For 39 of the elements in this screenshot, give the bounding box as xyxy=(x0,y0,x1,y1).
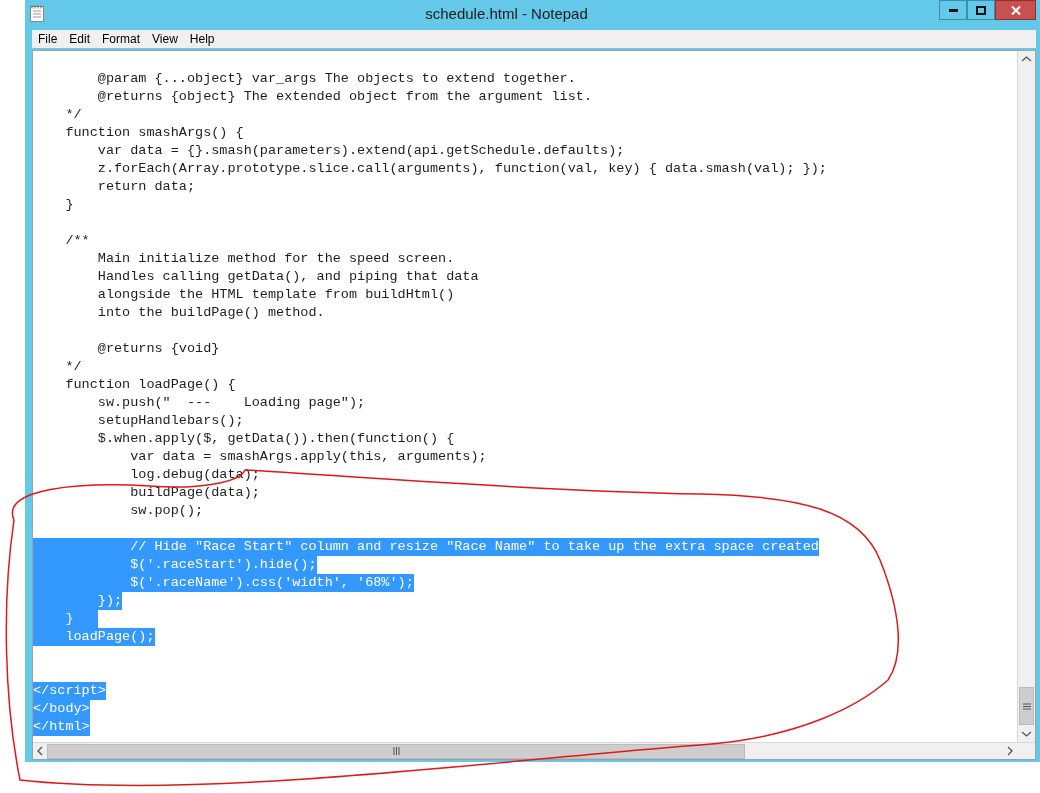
minimize-button[interactable] xyxy=(939,0,967,20)
close-icon xyxy=(1010,5,1021,15)
code-line: function smashArgs() { xyxy=(64,124,244,142)
notepad-icon xyxy=(30,5,44,22)
code-line: buildPage(data); xyxy=(129,484,260,502)
maximize-button[interactable] xyxy=(967,0,995,20)
maximize-icon xyxy=(976,5,986,15)
vertical-scrollbar[interactable] xyxy=(1017,51,1035,742)
menu-item[interactable]: File xyxy=(32,30,64,48)
code-line: z.forEach(Array.prototype.slice.call(arguments), function(val, key) { data.smash(val); }); xyxy=(96,160,827,178)
menu-item[interactable]: Help xyxy=(183,30,221,48)
scrollbar-corner xyxy=(1017,743,1035,759)
code-line: return data; xyxy=(96,178,196,196)
grip-icon xyxy=(1022,702,1031,710)
code-line: } xyxy=(64,196,74,214)
menu-item[interactable]: Edit xyxy=(63,30,97,48)
menu-item[interactable]: View xyxy=(146,30,184,48)
code-line: sw.push(" --- Loading page"); xyxy=(96,394,366,412)
code-line: @param {...object} var_args The objects to extend together. xyxy=(96,70,576,88)
code-line: var data = smashArgs.apply(this, arguments); xyxy=(129,448,487,466)
code-line: into the buildPage() method. xyxy=(96,304,325,322)
code-line: Main initialize method for the speed screen. xyxy=(96,250,455,268)
code-line: /** xyxy=(64,232,90,250)
menu-item[interactable]: Format xyxy=(96,30,147,48)
code-line: var data = {}.smash(parameters).extend(api.getSchedule.defaults); xyxy=(96,142,625,160)
code-line: function loadPage() { xyxy=(64,376,236,394)
code-line: $.when.apply($, getData()).then(function() { xyxy=(96,430,455,448)
code-line: @returns {object} The extended object from the argument list. xyxy=(96,88,592,106)
code-line: setupHandlebars(); xyxy=(96,412,244,430)
window-title: schedule.html - Notepad xyxy=(425,5,588,23)
code-line: Handles calling getData(), and piping that data xyxy=(96,268,479,286)
code-line: */ xyxy=(64,358,82,376)
minimize-icon xyxy=(948,8,958,12)
grip-icon xyxy=(392,747,400,755)
code-line: sw.pop(); xyxy=(129,502,204,520)
code-line: */ xyxy=(64,106,82,124)
code-line: @returns {void} xyxy=(96,340,220,358)
close-button[interactable] xyxy=(995,0,1036,20)
code-line: alongside the HTML template from buildHtml() xyxy=(96,286,455,304)
